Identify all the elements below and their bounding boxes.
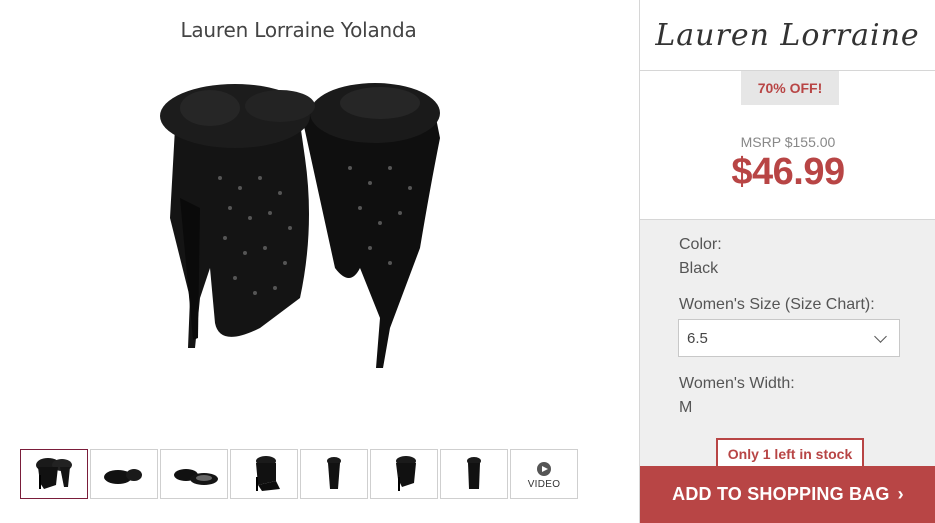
size-select-value: 6.5 [687, 329, 708, 347]
video-label: VIDEO [527, 479, 561, 490]
options-section: Color: Black Women's Size (Size Chart): … [640, 220, 935, 523]
thumbnail-7[interactable] [440, 449, 508, 499]
color-label: Color: [679, 236, 722, 253]
play-icon [537, 462, 551, 476]
chevron-down-icon [874, 330, 887, 343]
boot-front-thumb-icon [327, 457, 341, 489]
thumbnail-1[interactable] [20, 449, 88, 499]
thumbnail-6[interactable] [370, 449, 438, 499]
boot-pair-thumb-icon [36, 458, 72, 489]
product-media-area: Lauren Lorraine Yolanda VIDEO [0, 0, 639, 523]
thumbnail-3[interactable] [160, 449, 228, 499]
boot-top-thumb-icon [174, 469, 218, 485]
width-label: Women's Width: [679, 375, 795, 392]
thumbnail-5[interactable] [300, 449, 368, 499]
boot-image [160, 83, 440, 368]
video-thumbnail[interactable]: VIDEO [510, 449, 578, 499]
price-section: 70% OFF! MSRP $155.00 $46.99 [640, 71, 935, 220]
size-select[interactable]: 6.5 [678, 319, 900, 357]
stock-notice: Only 1 left in stock [716, 438, 864, 468]
sale-price: $46.99 [731, 151, 845, 193]
product-main-image[interactable] [150, 68, 450, 398]
boot-side-thumb-icon [256, 456, 280, 491]
brand-logo: Lauren Lorraine [655, 17, 920, 53]
thumbnail-4[interactable] [230, 449, 298, 499]
width-value: M [679, 399, 693, 416]
boot-angle-thumb-icon [396, 456, 416, 491]
thumbnail-2[interactable] [90, 449, 158, 499]
thumbnail-strip: VIDEO [20, 449, 580, 499]
brand-header[interactable]: Lauren Lorraine [640, 0, 935, 71]
purchase-panel: Lauren Lorraine 70% OFF! MSRP $155.00 $4… [639, 0, 935, 523]
discount-badge: 70% OFF! [741, 71, 839, 105]
boot-sole-thumb-icon [104, 469, 142, 484]
msrp-price: MSRP $155.00 [740, 134, 836, 150]
boot-back-thumb-icon [467, 457, 481, 489]
size-label: Women's Size (Size Chart): [679, 296, 875, 313]
add-to-bag-button[interactable]: ADD TO SHOPPING BAG › [640, 466, 935, 523]
color-value: Black [679, 260, 719, 277]
chevron-right-icon: › [897, 484, 904, 504]
add-to-bag-label: ADD TO SHOPPING BAG [672, 484, 890, 504]
product-title: Lauren Lorraine Yolanda [180, 18, 417, 42]
